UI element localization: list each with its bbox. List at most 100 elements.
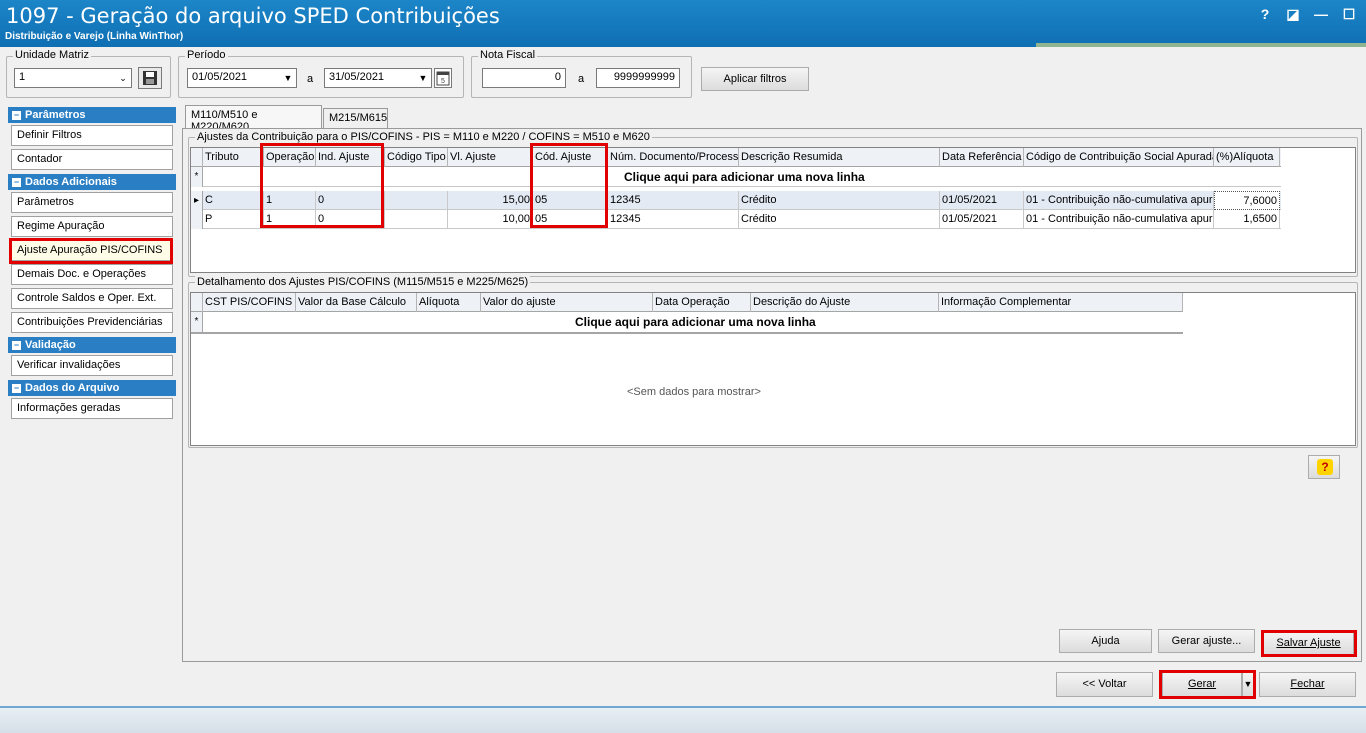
ajustes-new-row[interactable]: * Clique aqui para adicionar uma nova li…	[191, 167, 1281, 187]
col-aliquota[interactable]: (%)Alíquota	[1214, 148, 1280, 167]
cell-vl-ajuste[interactable]: 15,00	[448, 191, 533, 210]
cell-cod-ajuste[interactable]: 05	[533, 210, 608, 229]
gerar-dropdown-button[interactable]: ▼	[1242, 672, 1254, 697]
ajuda-button[interactable]: Ajuda	[1059, 629, 1152, 653]
help-button[interactable]: ?	[1308, 455, 1340, 479]
dropdown-arrow-icon[interactable]: ▼	[280, 69, 296, 87]
dropdown-arrow-icon[interactable]: ▼	[415, 69, 431, 87]
nota-fiscal-label: Nota Fiscal	[478, 49, 538, 61]
gerar-ajuste-button[interactable]: Gerar ajuste...	[1158, 629, 1255, 653]
detalhamento-grid-header: CST PIS/COFINS Valor da Base Cálculo Alí…	[191, 293, 1183, 312]
maximize-window-icon[interactable]: ☐	[1342, 6, 1356, 23]
cell-descricao[interactable]: Crédito	[739, 191, 940, 210]
sidebar-item-contribuicoes-previdenciarias[interactable]: Contribuições Previdenciárias	[11, 312, 173, 333]
col-vl-ajuste[interactable]: Vl. Ajuste	[448, 148, 533, 167]
sidebar-section-dados-arquivo[interactable]: − Dados do Arquivo	[8, 380, 176, 396]
collapse-icon[interactable]: −	[12, 341, 21, 350]
sidebar-item-demais-doc[interactable]: Demais Doc. e Operações	[11, 264, 173, 285]
window-title: 1097 - Geração do arquivo SPED Contribui…	[6, 4, 500, 28]
col-data-referencia[interactable]: Data Referência	[940, 148, 1024, 167]
cell-num-documento[interactable]: 12345	[608, 191, 739, 210]
periodo-from-field[interactable]: 01/05/2021 ▼	[187, 68, 297, 88]
col-codigo-contribuicao[interactable]: Código de Contribuição Social Apurada	[1024, 148, 1214, 167]
nota-fiscal-from-field[interactable]: 0	[482, 68, 566, 88]
cell-descricao[interactable]: Crédito	[739, 210, 940, 229]
col-codigo-tipo[interactable]: Código Tipo	[385, 148, 448, 167]
col-informacao-complementar[interactable]: Informação Complementar	[939, 293, 1183, 312]
sidebar-item-informacoes-geradas[interactable]: Informações geradas	[11, 398, 173, 419]
col-ind-ajuste[interactable]: Ind. Ajuste	[316, 148, 385, 167]
aplicar-filtros-button[interactable]: Aplicar filtros	[701, 67, 809, 91]
sidebar-item-controle-saldos[interactable]: Controle Saldos e Oper. Ext.	[11, 288, 173, 309]
detalhamento-new-row-text[interactable]: Clique aqui para adicionar uma nova linh…	[575, 315, 816, 329]
cell-tributo[interactable]: C	[203, 191, 264, 210]
cell-data-referencia[interactable]: 01/05/2021	[940, 191, 1024, 210]
ajustes-new-row-text[interactable]: Clique aqui para adicionar uma nova linh…	[624, 170, 865, 184]
cell-data-referencia[interactable]: 01/05/2021	[940, 210, 1024, 229]
col-valor-ajuste[interactable]: Valor do ajuste	[481, 293, 653, 312]
col-cst[interactable]: CST PIS/COFINS	[203, 293, 296, 312]
restore-window-icon[interactable]: ◪	[1286, 6, 1300, 23]
cell-aliquota[interactable]: 1,6500	[1214, 210, 1280, 229]
cell-codigo-tipo[interactable]	[385, 210, 448, 229]
cell-ind-ajuste[interactable]: 0	[316, 210, 385, 229]
cell-aliquota[interactable]: 7,6000	[1214, 191, 1280, 210]
empty-data-text: <Sem dados para mostrar>	[627, 386, 761, 398]
unidade-matriz-value: 1	[19, 71, 26, 83]
sidebar-section-parametros[interactable]: − Parâmetros	[8, 107, 176, 123]
collapse-icon[interactable]: −	[12, 178, 21, 187]
sidebar-section-dados-adicionais[interactable]: − Dados Adicionais	[8, 174, 176, 190]
col-num-documento[interactable]: Núm. Documento/Processo	[608, 148, 739, 167]
unidade-matriz-select[interactable]: 1 ⌄	[14, 68, 132, 88]
new-row-marker: *	[191, 167, 203, 187]
gerar-button[interactable]: Gerar	[1162, 672, 1242, 697]
ajustes-grid: Tributo Operação Ind. Ajuste Código Tipo…	[190, 147, 1356, 273]
tab-m110-m510[interactable]: M110/M510 e M220/M620	[185, 105, 322, 133]
fechar-label: Fechar	[1290, 678, 1325, 690]
col-descricao-resumida[interactable]: Descrição Resumida	[739, 148, 940, 167]
sidebar-item-contador[interactable]: Contador	[11, 149, 173, 170]
cell-codigo-contribuicao[interactable]: 01 - Contribuição não-cumulativa apura	[1024, 191, 1214, 210]
cell-codigo-contribuicao[interactable]: 01 - Contribuição não-cumulativa apura	[1024, 210, 1214, 229]
collapse-icon[interactable]: −	[12, 384, 21, 393]
sidebar-item-parametros[interactable]: Parâmetros	[11, 192, 173, 213]
col-operacao[interactable]: Operação	[264, 148, 316, 167]
sidebar-item-regime-apuracao[interactable]: Regime Apuração	[11, 216, 173, 237]
sidebar-section-validacao[interactable]: − Validação	[8, 337, 176, 353]
col-data-operacao[interactable]: Data Operação	[653, 293, 751, 312]
salvar-ajuste-button[interactable]: Salvar Ajuste	[1263, 631, 1354, 655]
tab-m215-m615[interactable]: M215/M615	[323, 108, 388, 130]
fechar-button[interactable]: Fechar	[1259, 672, 1356, 697]
cell-tributo[interactable]: P	[203, 210, 264, 229]
collapse-icon[interactable]: −	[12, 111, 21, 120]
help-window-icon[interactable]: ?	[1258, 6, 1272, 23]
sidebar-item-definir-filtros[interactable]: Definir Filtros	[11, 125, 173, 146]
minimize-window-icon[interactable]: —	[1314, 6, 1328, 23]
chevron-down-icon[interactable]: ⌄	[115, 69, 131, 87]
col-aliquota[interactable]: Alíquota	[417, 293, 481, 312]
voltar-button[interactable]: << Voltar	[1056, 672, 1153, 697]
save-disk-button[interactable]	[138, 67, 162, 89]
cell-cod-ajuste[interactable]: 05	[533, 191, 608, 210]
cell-num-documento[interactable]: 12345	[608, 210, 739, 229]
col-valor-base[interactable]: Valor da Base Cálculo	[296, 293, 417, 312]
cell-ind-ajuste[interactable]: 0	[316, 191, 385, 210]
col-tributo[interactable]: Tributo	[203, 148, 264, 167]
table-row[interactable]: P 1 0 10,00 05 12345 Crédito 01/05/2021 …	[191, 210, 1281, 229]
sidebar-item-ajuste-apuracao[interactable]: Ajuste Apuração PIS/COFINS	[11, 240, 173, 261]
cell-vl-ajuste[interactable]: 10,00	[448, 210, 533, 229]
table-row[interactable]: ▸ C 1 0 15,00 05 12345 Crédito 01/05/202…	[191, 191, 1281, 210]
sidebar-section-title: Dados Adicionais	[25, 176, 117, 188]
title-bar: 1097 - Geração do arquivo SPED Contribui…	[0, 0, 1366, 47]
col-descricao-ajuste[interactable]: Descrição do Ajuste	[751, 293, 939, 312]
sidebar-item-verificar-invalidacoes[interactable]: Verificar invalidações	[11, 355, 173, 376]
nota-fiscal-to-field[interactable]: 9999999999	[596, 68, 680, 88]
cell-codigo-tipo[interactable]	[385, 191, 448, 210]
col-cod-ajuste[interactable]: Cód. Ajuste	[533, 148, 608, 167]
calendar-icon[interactable]: 5	[434, 68, 452, 88]
periodo-to-field[interactable]: 31/05/2021 ▼	[324, 68, 432, 88]
cell-operacao[interactable]: 1	[264, 210, 316, 229]
detalhamento-new-row[interactable]: * Clique aqui para adicionar uma nova li…	[191, 312, 1183, 334]
cell-operacao[interactable]: 1	[264, 191, 316, 210]
gerar-ajuste-label: Gerar ajuste...	[1171, 635, 1242, 647]
